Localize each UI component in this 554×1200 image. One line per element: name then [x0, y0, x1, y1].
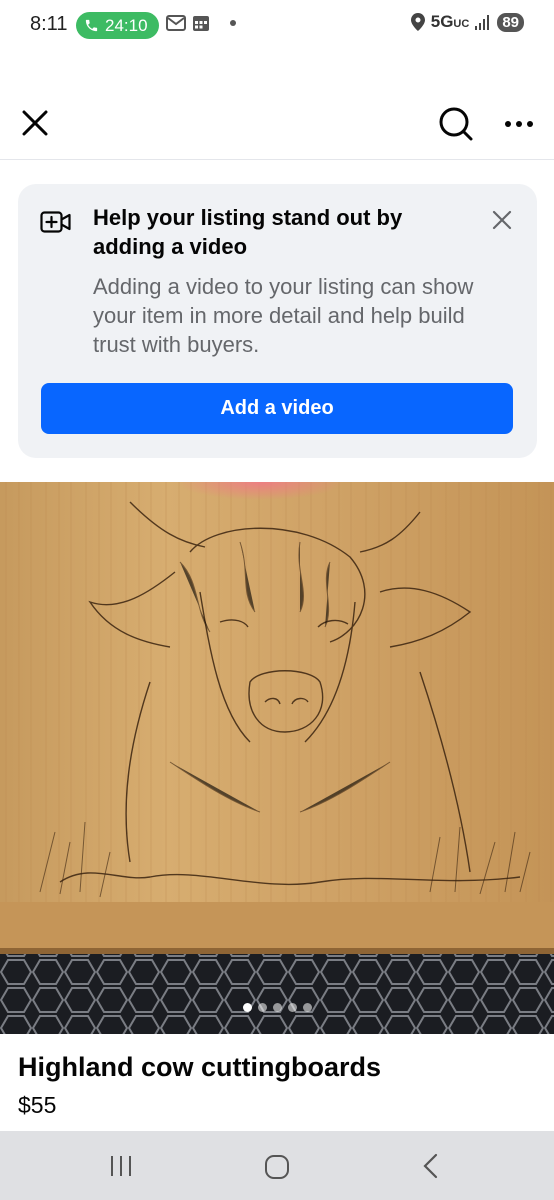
home-icon [265, 1155, 289, 1179]
listing-price: $55 [18, 1092, 57, 1118]
more-options-icon [505, 121, 533, 127]
calendar-icon [193, 16, 209, 31]
search-button[interactable] [436, 104, 476, 144]
pagination-dot[interactable] [242, 1003, 252, 1012]
listing-photo-image [0, 482, 554, 1034]
phone-icon [85, 19, 98, 32]
back-button[interactable] [420, 1153, 442, 1179]
pagination-dot[interactable] [287, 1003, 297, 1012]
promo-description: Adding a video to your listing can show … [93, 274, 474, 357]
search-icon [439, 107, 473, 141]
notification-icons [166, 14, 236, 32]
battery-level: 89 [497, 12, 524, 32]
status-time: 8:11 [30, 13, 68, 35]
system-indicators: 5GUC 89 [410, 12, 524, 32]
add-video-icon [40, 211, 71, 233]
recent-apps-icon [111, 1156, 131, 1176]
top-bar [0, 88, 554, 160]
back-icon [423, 1153, 438, 1179]
add-video-button[interactable]: Add a video [41, 383, 513, 434]
location-icon [410, 13, 425, 31]
gmail-icon [166, 15, 186, 31]
signal-icon [475, 15, 490, 30]
home-button[interactable] [264, 1154, 290, 1180]
close-button[interactable] [18, 106, 52, 140]
call-indicator[interactable]: 24:10 [76, 12, 159, 39]
more-notifications-dot [230, 20, 236, 26]
call-timer: 24:10 [105, 15, 148, 35]
close-icon [492, 210, 512, 230]
network-type: 5GUC [430, 12, 470, 31]
more-options-button[interactable] [500, 108, 540, 140]
add-video-promo-card: Help your listing stand out by adding a … [18, 184, 537, 458]
close-icon [22, 110, 48, 136]
listing-photo[interactable] [0, 482, 554, 1034]
system-nav-bar [0, 1131, 554, 1200]
recent-apps-button[interactable] [108, 1155, 134, 1177]
promo-title: Help your listing stand out by adding a … [93, 205, 403, 259]
status-bar: 8:11 24:10 5GUC 89 [0, 0, 554, 52]
pagination-dot[interactable] [302, 1003, 312, 1012]
photo-pagination [0, 1003, 554, 1012]
dismiss-promo-button[interactable] [488, 206, 516, 234]
pagination-dot[interactable] [272, 1003, 282, 1012]
pagination-dot[interactable] [257, 1003, 267, 1012]
listing-title: Highland cow cuttingboards [18, 1052, 381, 1082]
